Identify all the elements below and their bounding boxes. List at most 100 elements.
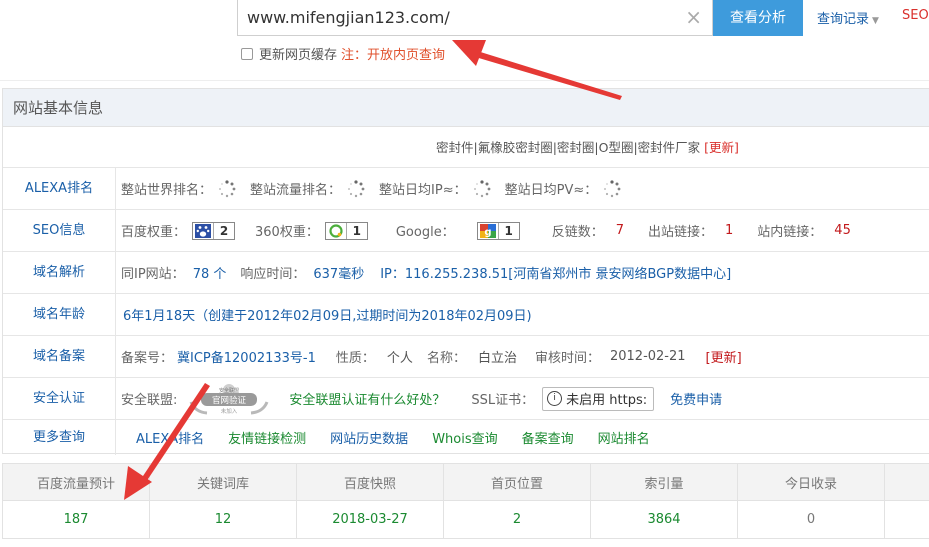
daily-pv-label: 整站日均PV≈： <box>504 183 598 198</box>
more-link-site-rank[interactable]: 网站排名 <box>598 428 650 447</box>
alexa-content: 整站世界排名： 整站流量排名： 整站日均IP≈： 整站日均PV≈： <box>121 168 929 209</box>
icp-label[interactable]: 域名备案 <box>3 336 116 377</box>
top-divider <box>0 80 929 81</box>
more-label[interactable]: 更多查询 <box>3 420 116 455</box>
domain-age-value[interactable]: 6年1月18天（创建于2012年02月09日,过期时间为2018年02月09日) <box>123 305 532 324</box>
google-rank-badge[interactable]: g 1 <box>476 221 520 240</box>
s360-weight-label: 360权重： <box>255 225 319 240</box>
dns-content: 同IP网站： 78 个 响应时间： 637毫秒 IP：116.255.238.5… <box>121 252 929 293</box>
stats-table: 百度流量预计 关键词库 百度快照 首页位置 索引量 今日收录 187 12 20… <box>2 463 929 539</box>
google-label: Google： <box>395 225 455 240</box>
audit-time-value: 2012-02-21 <box>609 349 686 364</box>
outbound-label: 出站链接： <box>647 225 713 240</box>
world-rank-label: 整站世界排名： <box>121 183 213 198</box>
chevron-down-icon: ▼ <box>872 16 879 26</box>
more-links: ALEXA排名 友情链接检测 网站历史数据 Whois查询 备案查询 网站排名 <box>136 420 929 455</box>
nature-label: 性质： <box>335 351 375 366</box>
seo-row: SEO信息 百度权重： 2 360权重： 1 Google： g 1 反链数： <box>3 209 929 251</box>
svg-text:g: g <box>484 227 491 238</box>
ip-location-link[interactable]: IP：116.255.238.51[河南省郑州市 景安网络BGP数据中心] <box>380 263 731 282</box>
google-rank-value: 1 <box>497 222 519 239</box>
cache-option: 更新网页缓存 注：开放内页查询 <box>241 44 445 63</box>
owner-name-value: 白立治 <box>477 351 517 366</box>
close-icon[interactable]: × <box>685 5 702 29</box>
more-link-whois[interactable]: Whois查询 <box>432 428 497 447</box>
owner-name-label: 名称： <box>426 351 466 366</box>
same-ip-label: 同IP网站： <box>121 267 185 282</box>
domain-age-row: 域名年龄 6年1月18天（创建于2012年02月09日,过期时间为2018年02… <box>3 293 929 335</box>
dns-row: 域名解析 同IP网站： 78 个 响应时间： 637毫秒 IP：116.255.… <box>3 251 929 293</box>
stats-header-cell: 关键词库 <box>150 464 297 500</box>
loading-icon <box>348 179 365 197</box>
inner-page-note: 注：开放内页查询 <box>341 48 446 63</box>
analyze-button[interactable]: 查看分析 <box>713 0 803 36</box>
search-input-box[interactable]: × <box>237 0 713 36</box>
dns-label[interactable]: 域名解析 <box>3 252 116 293</box>
seo-link[interactable]: SEO <box>902 8 929 23</box>
icp-content: 备案号： 冀ICP备12002133号-1 性质： 个人 名称： 白立治 审核时… <box>121 336 929 377</box>
baidu-weight-value: 2 <box>213 222 234 239</box>
security-row: 安全认证 安全联盟: 安全联盟 官网验证 未加入 安全联盟认证有什么好处？ SS… <box>3 377 929 419</box>
stats-value-cell[interactable]: 187 <box>3 501 150 538</box>
site-keywords: 密封件|氟橡胶密封圈|密封圈|O型圈|密封件厂家 [更新] <box>436 137 739 156</box>
stats-value-cell[interactable]: 3864 <box>591 501 738 538</box>
internal-value[interactable]: 45 <box>834 223 851 238</box>
backlinks-label: 反链数： <box>551 225 604 240</box>
free-apply-link[interactable]: 免费申请 <box>670 389 722 408</box>
site-info-panel: 网站基本信息 密封件|氟橡胶密封圈|密封圈|O型圈|密封件厂家 [更新] ALE… <box>2 88 929 455</box>
keywords-update-link[interactable]: [更新] <box>704 140 739 155</box>
panel-title: 网站基本信息 <box>3 89 929 127</box>
stats-header-cell: 百度快照 <box>297 464 444 500</box>
seo-label[interactable]: SEO信息 <box>3 210 116 251</box>
ssl-status-box[interactable]: i 未启用 https: <box>542 386 655 411</box>
same-ip-value[interactable]: 78 个 <box>193 263 227 282</box>
s360-weight-badge[interactable]: 1 <box>324 221 368 240</box>
stats-header-cell: 百度流量预计 <box>3 464 150 500</box>
alexa-label[interactable]: ALEXA排名 <box>3 168 116 209</box>
seal-main-text: 官网验证 <box>212 395 247 406</box>
stats-value-cell[interactable]: 2 <box>444 501 591 538</box>
info-icon: i <box>547 391 563 406</box>
outbound-value[interactable]: 1 <box>725 223 733 238</box>
site-keywords-text: 密封件|氟橡胶密封圈|密封圈|O型圈|密封件厂家 <box>436 140 701 155</box>
loading-icon <box>473 179 491 197</box>
alliance-label: 安全联盟: <box>121 393 178 408</box>
baidu-paw-icon <box>193 223 213 239</box>
baidu-weight-label: 百度权重： <box>121 225 187 240</box>
alliance-benefit-link[interactable]: 安全联盟认证有什么好处？ <box>289 389 445 408</box>
domain-age-label[interactable]: 域名年龄 <box>3 294 116 335</box>
baidu-weight-badge[interactable]: 2 <box>192 221 236 240</box>
search-input[interactable] <box>247 6 677 28</box>
security-content: 安全联盟: 安全联盟 官网验证 未加入 安全联盟认证有什么好处？ SSL证书： … <box>121 378 929 419</box>
seo-content: 百度权重： 2 360权重： 1 Google： g 1 反链数： 7 出站链接… <box>121 210 929 251</box>
update-cache-label: 更新网页缓存 <box>259 48 338 63</box>
more-link-history[interactable]: 网站历史数据 <box>330 428 408 447</box>
stats-value-cell[interactable]: 0 <box>738 501 885 538</box>
nature-value: 个人 <box>386 351 413 366</box>
traffic-rank-label: 整站流量排名： <box>250 183 342 198</box>
stats-value-cell[interactable]: 2018-03-27 <box>297 501 444 538</box>
more-row: 更多查询 ALEXA排名 友情链接检测 网站历史数据 Whois查询 备案查询 … <box>3 419 929 455</box>
more-link-friendlinks[interactable]: 友情链接检测 <box>228 428 306 447</box>
record-number-label: 备案号： <box>121 351 174 366</box>
more-link-alexa[interactable]: ALEXA排名 <box>136 428 204 447</box>
stats-header-cell: 今日收录 <box>738 464 885 500</box>
alliance-seal-icon: 安全联盟 官网验证 未加入 <box>189 383 269 415</box>
s360-weight-value: 1 <box>345 222 367 239</box>
stats-value-cell[interactable]: 12 <box>150 501 297 538</box>
more-link-icp[interactable]: 备案查询 <box>522 428 574 447</box>
update-cache-checkbox[interactable] <box>241 47 253 60</box>
response-time-label: 响应时间： <box>240 267 306 282</box>
icp-update-link[interactable]: [更新] <box>706 347 742 366</box>
backlinks-value[interactable]: 7 <box>616 223 624 238</box>
audit-time-label: 审核时间： <box>534 351 600 366</box>
ssl-status-text: 未启用 https: <box>566 393 648 408</box>
loading-icon <box>604 179 621 197</box>
internal-label: 站内链接： <box>757 225 823 240</box>
seal-top-text: 安全联盟 <box>219 387 239 394</box>
security-label[interactable]: 安全认证 <box>3 378 116 419</box>
stats-header-cell: 索引量 <box>591 464 738 500</box>
stats-header-row: 百度流量预计 关键词库 百度快照 首页位置 索引量 今日收录 <box>3 464 929 501</box>
record-number-value[interactable]: 冀ICP备12002133号-1 <box>177 347 316 366</box>
query-history-dropdown[interactable]: 查询记录 ▼ <box>817 8 879 27</box>
